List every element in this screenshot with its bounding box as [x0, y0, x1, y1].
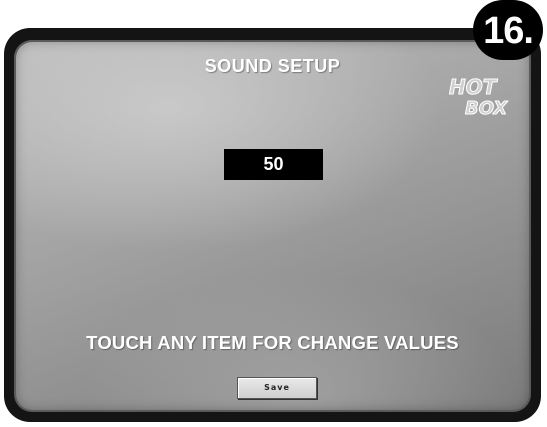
sound-value-display[interactable]: 50	[224, 149, 323, 180]
hotbox-logo: HOT BOX	[445, 72, 517, 120]
svg-text:HOT: HOT	[449, 75, 498, 99]
instruction-text: TOUCH ANY ITEM FOR CHANGE VALUES	[86, 332, 459, 353]
touch-screen: SOUND SETUP HOT BOX 50 TOUCH ANY ITEM FO…	[14, 40, 531, 412]
svg-text:BOX: BOX	[465, 98, 508, 119]
hotbox-logo-graphic: HOT BOX	[449, 75, 509, 120]
step-number-badge: 16.	[473, 0, 543, 60]
save-button[interactable]: Save	[237, 377, 317, 399]
